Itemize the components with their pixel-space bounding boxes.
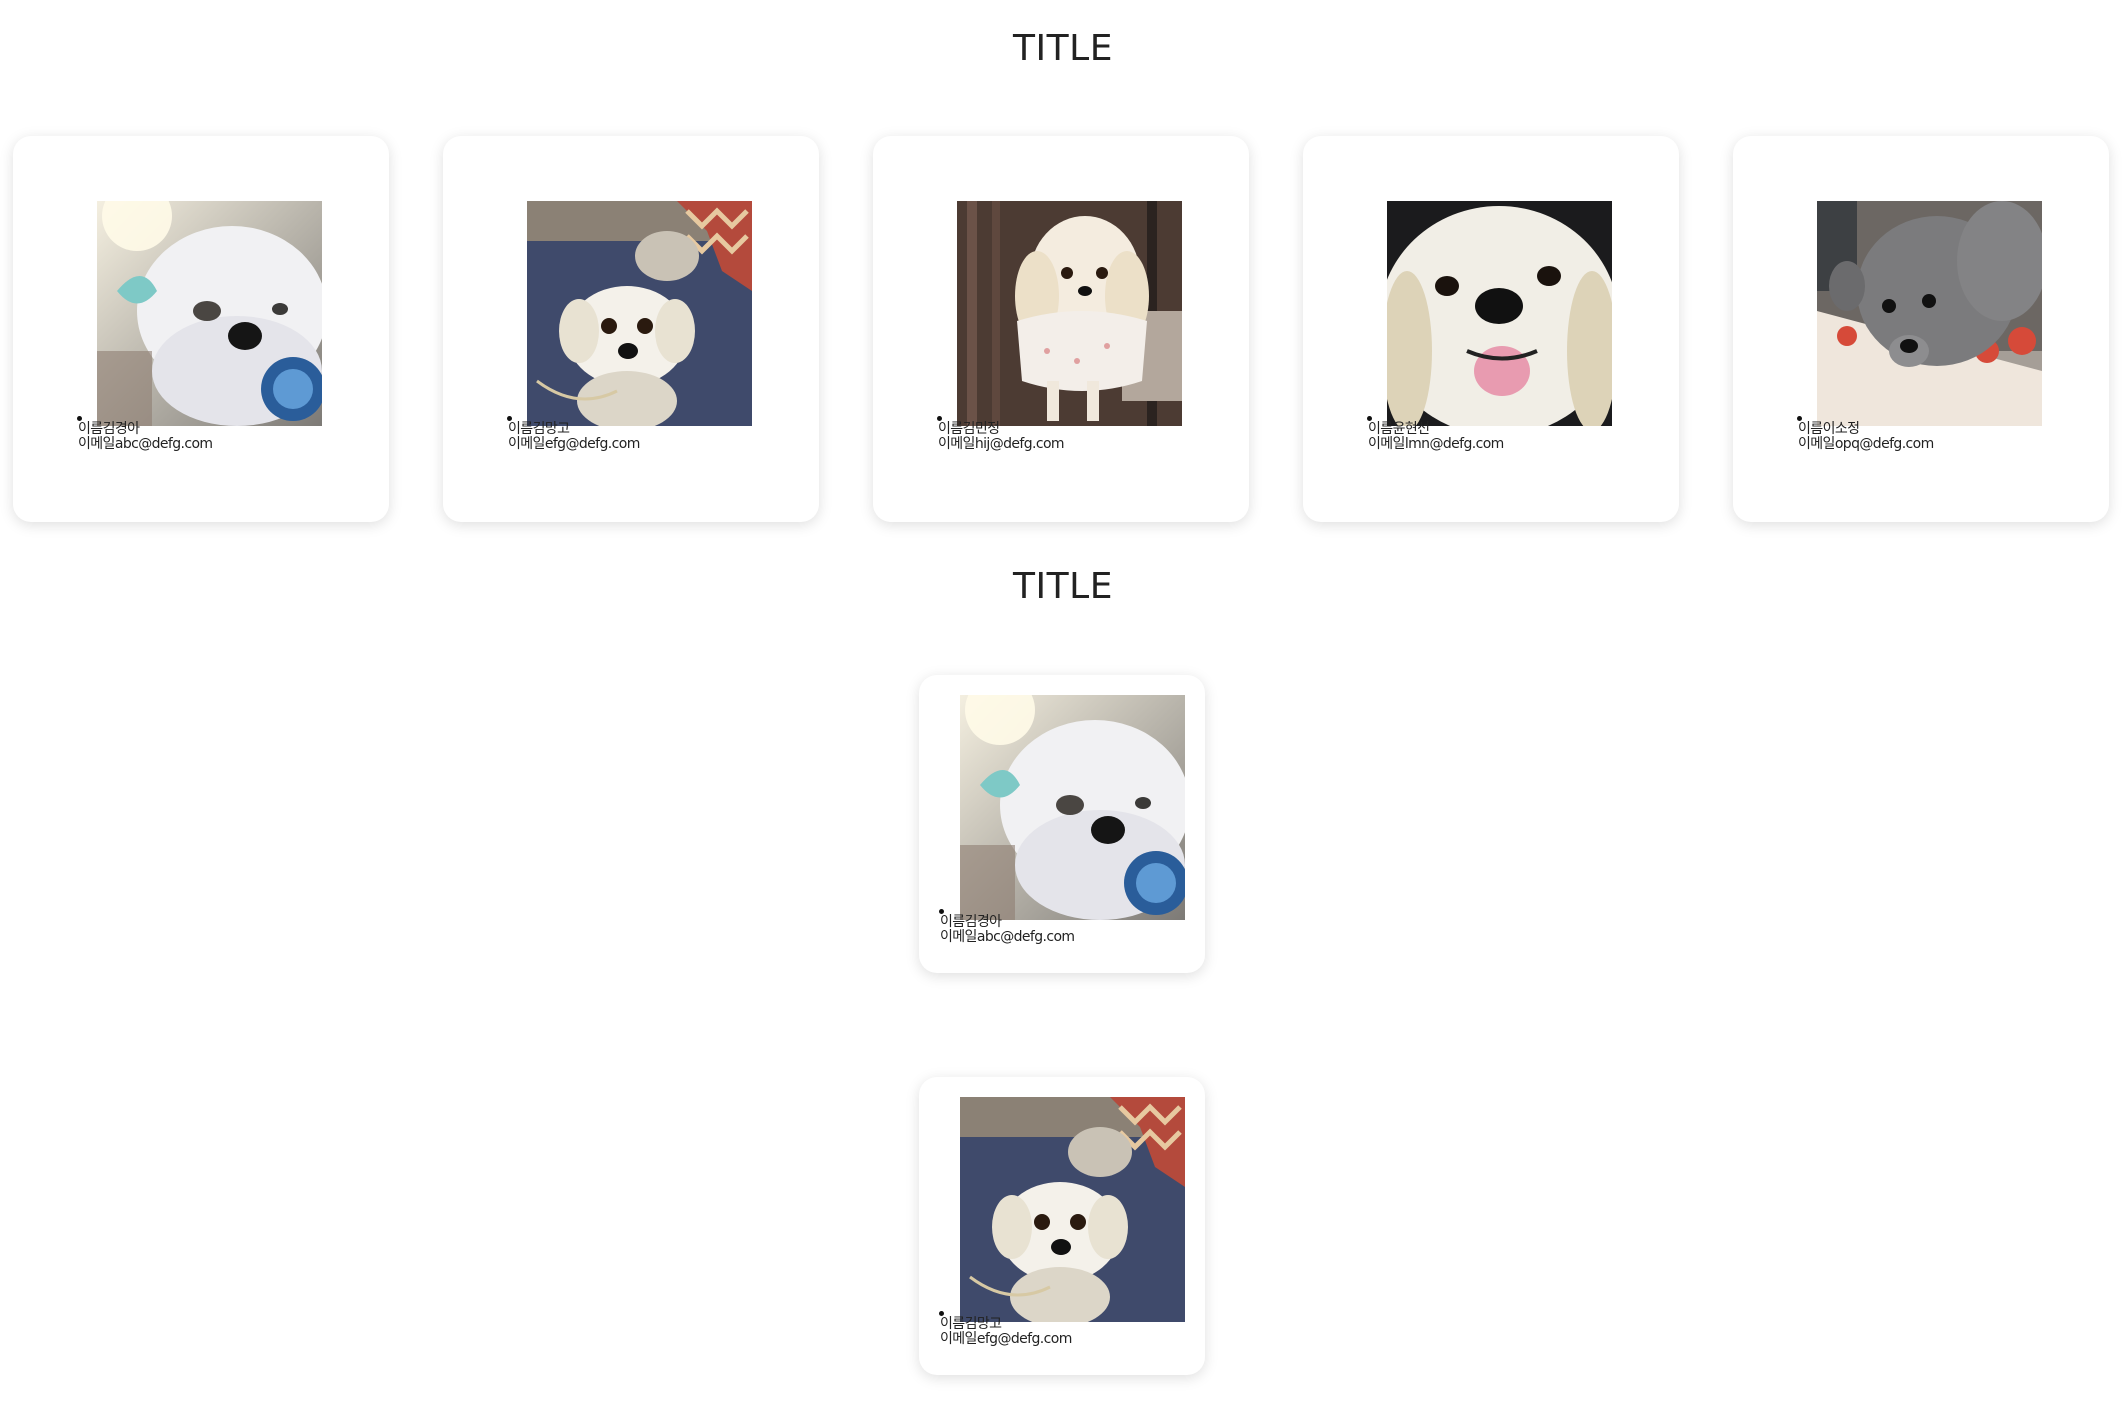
profile-card[interactable]: 이름김경아 이메일abc@defg.com <box>13 136 389 522</box>
profile-card[interactable]: 이름김경아 이메일abc@defg.com <box>919 675 1205 973</box>
list-bullet <box>507 416 512 421</box>
profile-card[interactable]: 이름윤현선 이메일lmn@defg.com <box>1303 136 1679 522</box>
profile-card[interactable]: 이름김민정 이메일hij@defg.com <box>873 136 1249 522</box>
name-line: 이름이소정 <box>1798 421 1860 437</box>
email-line: 이메일lmn@defg.com <box>1368 436 1504 452</box>
profile-photo <box>957 201 1182 426</box>
name-line: 이름윤현선 <box>1368 421 1430 437</box>
profile-photo <box>1387 201 1612 426</box>
section-title: TITLE <box>1013 28 1113 69</box>
list-bullet <box>937 416 942 421</box>
profile-info: 이름이소정 이메일opq@defg.com <box>1797 416 1934 452</box>
name-line: 이름김망고 <box>508 421 570 437</box>
profile-photo <box>960 1097 1185 1322</box>
profile-info: 이름김망고 이메일efg@defg.com <box>939 1311 1072 1347</box>
email-line: 이메일efg@defg.com <box>508 436 640 452</box>
email-line: 이메일abc@defg.com <box>940 929 1075 945</box>
list-bullet <box>77 416 82 421</box>
list-bullet <box>939 1311 944 1316</box>
name-line: 이름김망고 <box>940 1316 1002 1332</box>
name-line: 이름김경아 <box>940 914 1002 930</box>
profile-card[interactable]: 이름이소정 이메일opq@defg.com <box>1733 136 2109 522</box>
email-line: 이메일efg@defg.com <box>940 1331 1072 1347</box>
name-line: 이름김민정 <box>938 421 1000 437</box>
profile-card[interactable]: 이름김망고 이메일efg@defg.com <box>919 1077 1205 1375</box>
list-bullet <box>1797 416 1802 421</box>
list-bullet <box>939 909 944 914</box>
name-line: 이름김경아 <box>78 421 140 437</box>
profile-info: 이름김경아 이메일abc@defg.com <box>939 909 1075 945</box>
profile-card[interactable]: 이름김망고 이메일efg@defg.com <box>443 136 819 522</box>
profile-photo <box>527 201 752 426</box>
email-line: 이메일abc@defg.com <box>78 436 213 452</box>
email-line: 이메일opq@defg.com <box>1798 436 1934 452</box>
email-line: 이메일hij@defg.com <box>938 436 1065 452</box>
section-title: TITLE <box>1013 566 1113 607</box>
profile-photo <box>97 201 322 426</box>
profile-photo <box>960 695 1185 920</box>
profile-info: 이름김민정 이메일hij@defg.com <box>937 416 1065 452</box>
list-bullet <box>1367 416 1372 421</box>
profile-info: 이름김경아 이메일abc@defg.com <box>77 416 213 452</box>
profile-photo <box>1817 201 2042 426</box>
profile-info: 이름윤현선 이메일lmn@defg.com <box>1367 416 1504 452</box>
profile-info: 이름김망고 이메일efg@defg.com <box>507 416 640 452</box>
